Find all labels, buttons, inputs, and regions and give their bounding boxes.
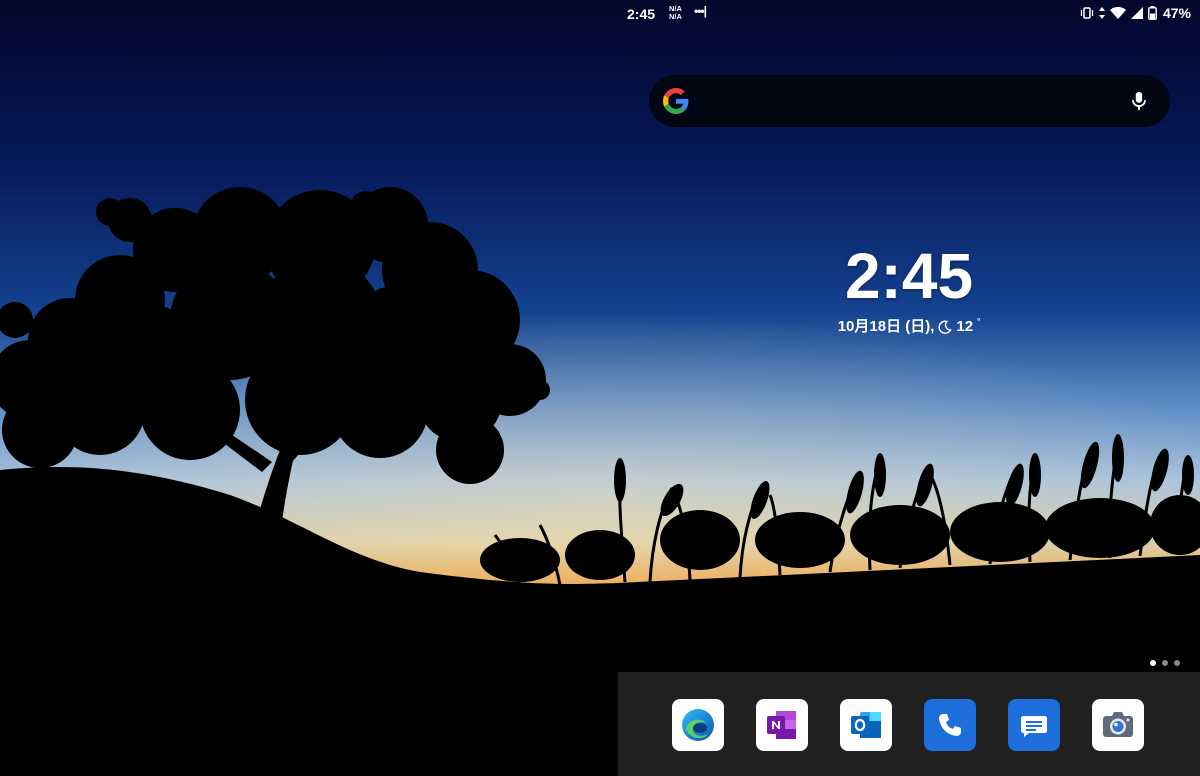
phone-app-button[interactable] xyxy=(924,699,976,751)
onenote-icon xyxy=(767,711,796,739)
network-status-line2: N/A xyxy=(669,12,682,21)
edge-app-button[interactable] xyxy=(672,699,724,751)
page-dot-active xyxy=(1150,660,1156,666)
status-bar: 2:45 N/A N/A •••| 47% xyxy=(0,0,1200,28)
phone-icon xyxy=(939,714,961,736)
clock-widget-date[interactable]: 10月18日 (日), 12 ° xyxy=(780,317,1038,336)
data-arrows-icon xyxy=(1098,7,1105,19)
moon-icon xyxy=(938,320,953,334)
messages-app-button[interactable] xyxy=(1008,699,1060,751)
temperature: 12 xyxy=(956,318,974,335)
signal-icon xyxy=(1130,7,1143,19)
google-g-icon[interactable] xyxy=(663,88,689,114)
edge-icon xyxy=(682,709,714,741)
page-dot xyxy=(1174,660,1180,666)
camera-app-button[interactable] xyxy=(1092,699,1144,751)
date-text: 10月18日 (日), xyxy=(837,318,935,335)
wifi-icon xyxy=(1109,7,1126,19)
network-status: N/A N/A xyxy=(669,5,682,21)
mic-icon[interactable] xyxy=(1128,89,1150,113)
battery-icon xyxy=(1148,6,1157,20)
page-indicator xyxy=(1150,660,1180,666)
page-dot xyxy=(1162,660,1168,666)
app-dock xyxy=(618,672,1200,776)
google-search-bar[interactable] xyxy=(649,75,1170,127)
degree-symbol: ° xyxy=(977,317,981,326)
status-right-cluster: 47% xyxy=(1080,5,1191,21)
onenote-app-button[interactable] xyxy=(756,699,808,751)
outlook-app-button[interactable] xyxy=(840,699,892,751)
status-time: 2:45 xyxy=(627,6,656,22)
messages-icon xyxy=(1021,716,1047,737)
clock-widget-time[interactable]: 2:45 xyxy=(800,240,1018,312)
outlook-icon xyxy=(851,712,881,738)
vibrate-icon xyxy=(1080,7,1094,19)
notification-overflow-dots: •••| xyxy=(694,4,707,18)
camera-icon xyxy=(1103,712,1133,737)
battery-percent: 47% xyxy=(1162,5,1191,21)
